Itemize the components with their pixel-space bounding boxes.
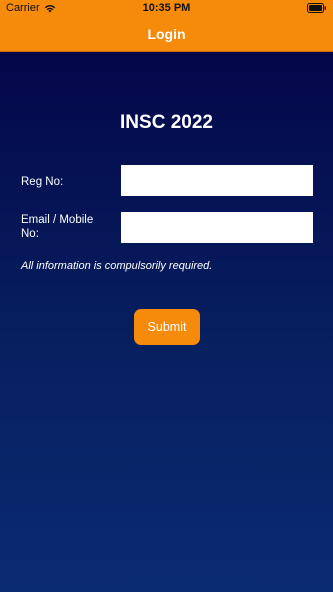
nav-bar: Login	[0, 17, 333, 52]
submit-button[interactable]: Submit	[134, 309, 200, 345]
reg-no-input[interactable]	[121, 165, 313, 196]
login-screen: Carrier 10:35 PM Login INSC 2022 Reg No:…	[0, 0, 333, 592]
nav-title: Login	[147, 26, 186, 42]
status-time: 10:35 PM	[142, 2, 191, 14]
content-area: INSC 2022 Reg No: Email / Mobile No: All…	[0, 52, 333, 592]
reg-no-label: Reg No:	[21, 176, 64, 188]
status-bar: Carrier 10:35 PM	[0, 0, 333, 17]
required-note: All information is compulsorily required…	[21, 260, 213, 272]
page-title: INSC 2022	[120, 112, 213, 133]
email-mobile-label: Email / Mobile No:	[21, 214, 94, 240]
email-mobile-input[interactable]	[121, 212, 313, 243]
battery-icon	[307, 3, 326, 13]
